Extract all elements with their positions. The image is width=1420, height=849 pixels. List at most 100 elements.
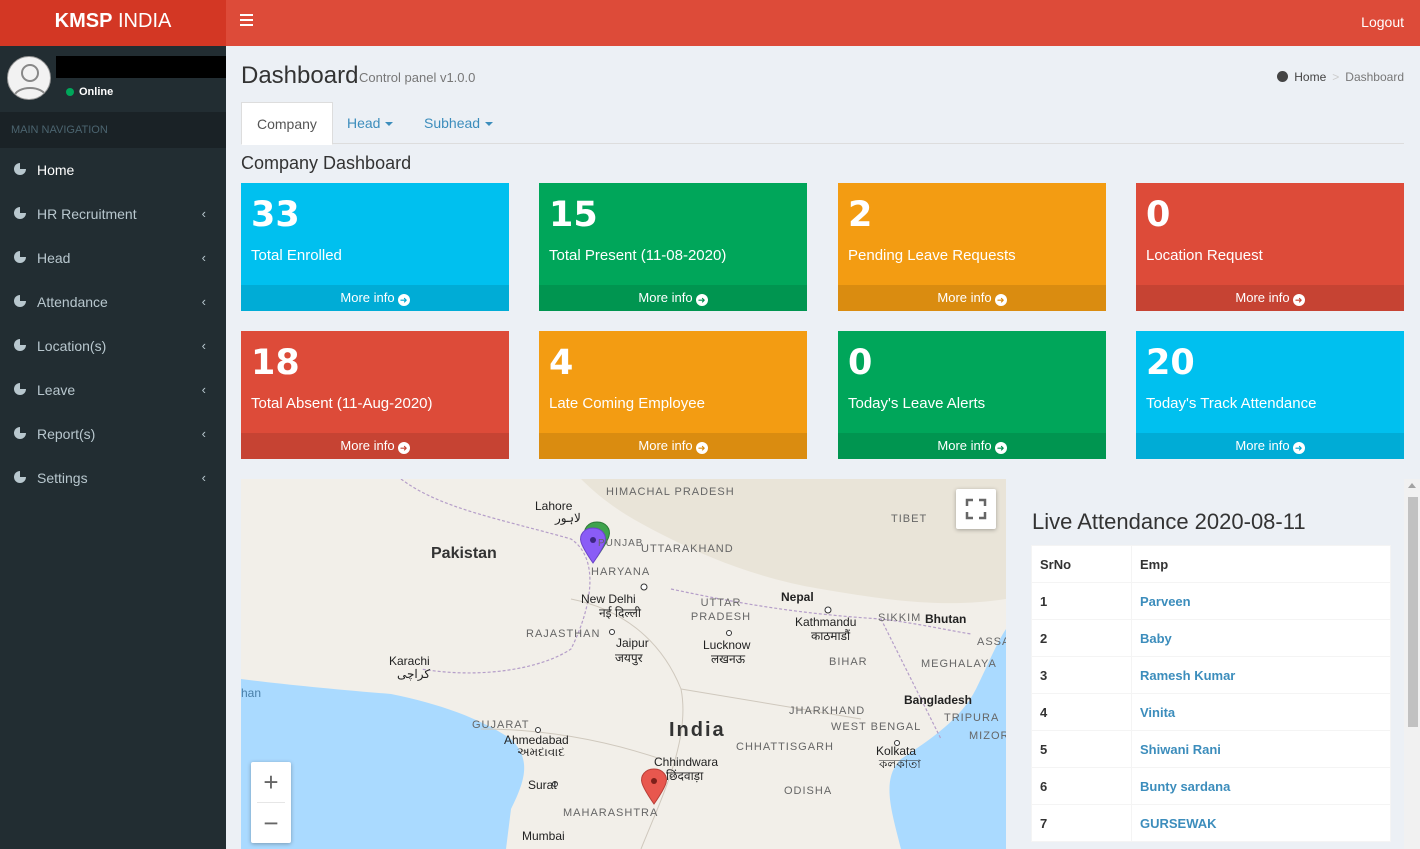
sidebar-item-leave[interactable]: Leave ‹: [0, 368, 226, 412]
chevron-left-icon: ‹: [201, 470, 206, 485]
scrollbar-thumb[interactable]: [1408, 497, 1418, 727]
zoom-out-button[interactable]: −: [251, 803, 291, 843]
map-label: UTTARAKHAND: [641, 543, 734, 555]
map-fullscreen-button[interactable]: [956, 489, 996, 529]
stat-value: 33: [251, 195, 300, 235]
stat-label: Today's Track Attendance: [1146, 395, 1317, 412]
sidebar-item-settings[interactable]: Settings ‹: [0, 456, 226, 500]
map-label: JHARKHAND: [789, 705, 866, 717]
pie-chart-icon: [14, 207, 26, 219]
logo-bold-text: KMSP: [54, 10, 113, 32]
live-attendance-panel: Live Attendance 2020-08-11 SrNo Emp 1 Par…: [1021, 479, 1404, 849]
more-info-link[interactable]: More info ➜: [241, 433, 509, 459]
map-label: Mumbai: [522, 829, 565, 843]
sidebar-item-head[interactable]: Head ‹: [0, 236, 226, 280]
map-label: GUJARAT: [472, 719, 530, 731]
sidebar-item-reports[interactable]: Report(s) ‹: [0, 412, 226, 456]
dashboard-icon: [1277, 71, 1289, 82]
tab-company[interactable]: Company: [241, 102, 333, 145]
attendance-table: SrNo Emp 1 Parveen 2 Baby 3 Ramesh Kumar 4V…: [1031, 545, 1391, 842]
map-label: BIHAR: [829, 656, 868, 668]
employee-link[interactable]: Vinita: [1131, 693, 1391, 731]
more-info-link[interactable]: More info ➜: [539, 433, 807, 459]
table-row: 2 Baby: [1031, 619, 1391, 657]
employee-link[interactable]: Shiwani Rani: [1131, 730, 1391, 768]
map-label: लखनऊ: [711, 652, 746, 666]
arrow-circle-right-icon: ➜: [994, 442, 1007, 454]
menu-toggle-icon[interactable]: [240, 14, 254, 26]
map-label: छिंदवाड़ा: [666, 769, 704, 783]
table-row: 7 GURSEWAK: [1031, 804, 1391, 842]
top-navbar: Logout: [226, 0, 1420, 46]
more-info-link[interactable]: More info ➜: [1136, 433, 1404, 459]
map-label: India: [669, 719, 726, 741]
employee-link[interactable]: Ramesh Kumar: [1131, 656, 1391, 694]
section-title: Company Dashboard: [241, 153, 412, 173]
arrow-circle-right-icon: ➜: [1292, 294, 1305, 306]
employee-link[interactable]: Baby: [1131, 619, 1391, 657]
map-label: HARYANA: [591, 566, 651, 578]
map-label: जयपुर: [615, 651, 643, 665]
chevron-left-icon: ‹: [201, 206, 206, 221]
map-label: TRIPURA: [944, 712, 1000, 724]
tab-head[interactable]: Head: [332, 102, 408, 144]
stat-box-leave-alerts: 0 Today's Leave Alerts More info ➜: [838, 331, 1106, 459]
sidebar-item-attendance[interactable]: Attendance ‹: [0, 280, 226, 324]
map-label: नई दिल्ली: [599, 606, 642, 620]
chevron-left-icon: ‹: [201, 338, 206, 353]
map-label: han: [241, 686, 262, 700]
breadcrumb: Home > Dashboard: [1277, 70, 1404, 84]
table-row: 6 Bunty sardana: [1031, 767, 1391, 805]
chevron-left-icon: ‹: [201, 382, 206, 397]
table-row: 5 Shiwani Rani: [1031, 730, 1391, 768]
sidebar-item-hr-recruitment[interactable]: HR Recruitment ‹: [0, 192, 226, 236]
sidebar-item-locations[interactable]: Location(s) ‹: [0, 324, 226, 368]
stat-box-total-present: 15 Total Present (11-08-2020) More info ➜: [539, 183, 807, 311]
table-row: 4 Vinita: [1031, 693, 1391, 731]
map-label: Nepal: [781, 590, 814, 604]
sidebar-item-home[interactable]: Home: [0, 148, 226, 192]
more-info-link[interactable]: More info ➜: [838, 285, 1106, 311]
employee-link[interactable]: Parveen: [1131, 582, 1391, 620]
pie-chart-icon: [14, 295, 26, 307]
pie-chart-icon: [14, 427, 26, 439]
logout-link[interactable]: Logout: [1361, 14, 1404, 30]
status-text: Online: [79, 86, 114, 98]
more-info-link[interactable]: More info ➜: [241, 285, 509, 311]
map-label: MEGHALAYA: [921, 658, 997, 670]
stat-label: Today's Leave Alerts: [848, 395, 986, 412]
zoom-in-button[interactable]: +: [251, 762, 291, 802]
map-label: کراچی: [397, 667, 431, 681]
user-panel: Online: [0, 46, 226, 112]
map-label: Pakistan: [431, 545, 497, 562]
table-row: 1 Parveen: [1031, 582, 1391, 620]
stat-box-location-request: 0 Location Request More info ➜: [1136, 183, 1404, 311]
arrow-circle-right-icon: ➜: [994, 294, 1007, 306]
map-label: ODISHA: [784, 785, 833, 797]
more-info-link[interactable]: More info ➜: [1136, 285, 1404, 311]
map-label: SIKKIM: [878, 612, 922, 624]
stat-value: 0: [1146, 195, 1171, 235]
page-subtitle: Control panel v1.0.0: [359, 70, 476, 85]
scroll-up-icon[interactable]: [1408, 483, 1416, 488]
stat-box-track-attendance: 20 Today's Track Attendance More info ➜: [1136, 331, 1404, 459]
dashboard-icon: [14, 163, 26, 175]
username-redacted: [56, 56, 226, 78]
map-label: TIBET: [891, 513, 928, 525]
employee-link[interactable]: Bunty sardana: [1131, 767, 1391, 805]
employee-link[interactable]: GURSEWAK: [1131, 804, 1391, 842]
map-label: Bhutan: [925, 612, 967, 626]
map-label: MAHARASHTRA: [563, 807, 659, 819]
breadcrumb-home-link[interactable]: Home: [1294, 70, 1326, 84]
tab-subhead[interactable]: Subhead: [409, 102, 508, 144]
more-info-link[interactable]: More info ➜: [539, 285, 807, 311]
content-scrollbar[interactable]: [1404, 479, 1420, 849]
attendance-map[interactable]: HIMACHAL PRADESH Lahore لاہور Pakistan T…: [241, 479, 1006, 849]
more-info-link[interactable]: More info ➜: [838, 433, 1106, 459]
sidebar: Online MAIN NAVIGATION Home HR Recruitme…: [0, 46, 226, 849]
stat-label: Total Absent (11-Aug-2020): [251, 395, 433, 412]
app-logo[interactable]: KMSP INDIA: [0, 0, 226, 46]
attendance-title: Live Attendance 2020-08-11: [1032, 509, 1306, 534]
stat-box-total-absent: 18 Total Absent (11-Aug-2020) More info ➜: [241, 331, 509, 459]
map-label: لاہور: [555, 511, 581, 525]
